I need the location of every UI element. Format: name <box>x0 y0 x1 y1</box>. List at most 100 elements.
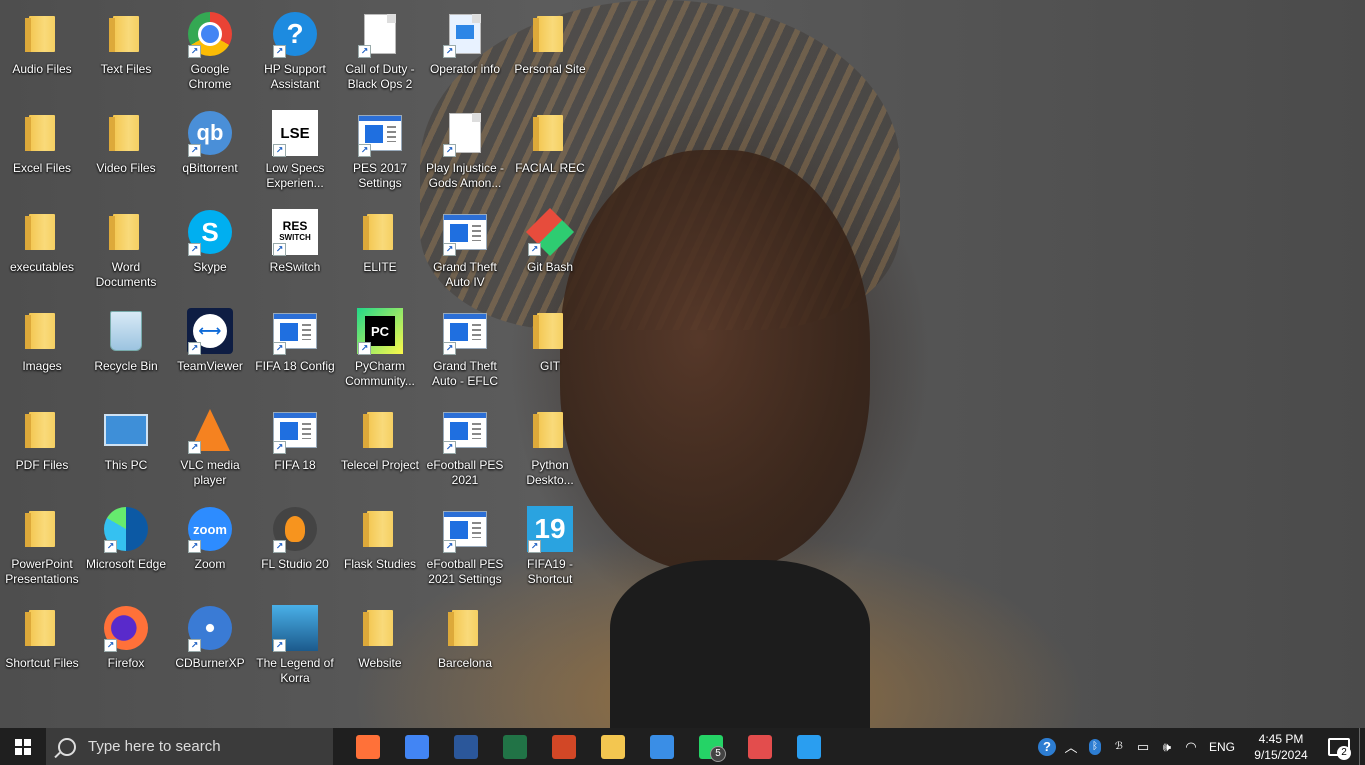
desktop-icon-firefox[interactable]: ↗ Firefox <box>84 594 168 690</box>
app-icon: ↗ <box>271 307 319 355</box>
taskbar-pinned-apps: 5 <box>343 728 833 765</box>
desktop-icon-elite[interactable]: ELITE <box>338 198 422 294</box>
desktop-icon-operator-info[interactable]: ↗ Operator info <box>423 0 507 96</box>
battery-icon[interactable]: ▭ <box>1131 728 1155 765</box>
taskbar-search-box[interactable]: Type here to search <box>46 728 333 765</box>
desktop-icon-play-injustice-gods-amon[interactable]: ↗ Play Injustice - Gods Amon... <box>423 99 507 195</box>
desktop-icon-grand-theft-auto-iv[interactable]: ↗ Grand Theft Auto IV <box>423 198 507 294</box>
taskbar-app-whatsapp[interactable]: 5 <box>686 728 735 765</box>
app-icon: ↗ <box>356 109 404 157</box>
desktop-icon-facial-rec[interactable]: FACIAL REC <box>508 99 592 195</box>
desktop-icon-this-pc[interactable]: This PC <box>84 396 168 492</box>
desktop-icon-grand-theft-auto-eflc[interactable]: ↗ Grand Theft Auto - EFLC <box>423 297 507 393</box>
desktop-icon-the-legend-of-korra[interactable]: ↗ The Legend of Korra <box>253 594 337 690</box>
desktop-icon-powerpoint-presentations[interactable]: PowerPoint Presentations <box>0 495 84 591</box>
desktop-icon-vlc-media-player[interactable]: ↗ VLC media player <box>168 396 252 492</box>
windows-logo-icon <box>15 738 31 755</box>
recycle-icon <box>102 307 150 355</box>
flstudio-icon: ↗ <box>271 505 319 553</box>
desktop-icon-text-files[interactable]: Text Files <box>84 0 168 96</box>
desktop-icon-video-files[interactable]: Video Files <box>84 99 168 195</box>
desktop-icon-low-specs-experien[interactable]: LSE ↗ Low Specs Experien... <box>253 99 337 195</box>
desktop-icon-zoom[interactable]: zoom ↗ Zoom <box>168 495 252 591</box>
clock[interactable]: 4:45 PM 9/15/2024 <box>1243 731 1319 763</box>
desktop-icon-website[interactable]: Website <box>338 594 422 690</box>
desktop-icon-pdf-files[interactable]: PDF Files <box>0 396 84 492</box>
desktop-icon-telecel-project[interactable]: Telecel Project <box>338 396 422 492</box>
action-center-button[interactable]: 2 <box>1319 728 1359 765</box>
taskbar-app-excel[interactable] <box>490 728 539 765</box>
word-icon <box>453 734 478 759</box>
folder-icon <box>18 604 66 652</box>
desktop-icon-python-deskto[interactable]: Python Deskto... <box>508 396 592 492</box>
desktop-icon-microsoft-edge[interactable]: ↗ Microsoft Edge <box>84 495 168 591</box>
desktop-icon-cdburnerxp[interactable]: ↗ CDBurnerXP <box>168 594 252 690</box>
desktop-icon-barcelona[interactable]: Barcelona <box>423 594 507 690</box>
desktop-icon-label: PDF Files <box>15 458 69 472</box>
desktop-icon-fifa19-shortcut[interactable]: 19 ↗ FIFA19 - Shortcut <box>508 495 592 591</box>
show-desktop-button[interactable] <box>1359 728 1365 765</box>
desktop-icon-label: PyCharm Community... <box>345 359 415 388</box>
desktop-icon-skype[interactable]: S ↗ Skype <box>168 198 252 294</box>
desktop-icon-label: Shortcut Files <box>5 656 79 670</box>
desktop-icon-label: Google Chrome <box>188 62 232 91</box>
desktop-icon-grid: Audio Files Text Files ↗ Google Chrome ? ↗ HP … <box>0 0 600 728</box>
desktop-icon-audio-files[interactable]: Audio Files <box>0 0 84 96</box>
desktop-icon-google-chrome[interactable]: ↗ Google Chrome <box>168 0 252 96</box>
desktop-icon-label: Recycle Bin <box>94 359 158 373</box>
desktop-icon-flask-studies[interactable]: Flask Studies <box>338 495 422 591</box>
folder-icon <box>526 109 574 157</box>
lse-icon: LSE ↗ <box>271 109 319 157</box>
desktop-icon-executables[interactable]: executables <box>0 198 84 294</box>
taskbar-app-paint[interactable] <box>735 728 784 765</box>
desktop-icon-pes-2017-settings[interactable]: ↗ PES 2017 Settings <box>338 99 422 195</box>
desktop-icon-fl-studio-20[interactable]: ↗ FL Studio 20 <box>253 495 337 591</box>
desktop-icon-label: Personal Site <box>514 62 586 76</box>
desktop-icon-label: FIFA 18 <box>274 458 316 472</box>
pycharm-icon: PC ↗ <box>356 307 404 355</box>
desktop-icon-label: Play Injustice - Gods Amon... <box>425 161 505 190</box>
wifi-icon[interactable]: ◠ <box>1179 728 1203 765</box>
desktop-icon-fifa-18-config[interactable]: ↗ FIFA 18 Config <box>253 297 337 393</box>
desktop-icon-efootball-pes-2021[interactable]: ↗ eFootball PES 2021 <box>423 396 507 492</box>
folder-icon <box>18 109 66 157</box>
taskbar-app-powerpoint[interactable] <box>539 728 588 765</box>
desktop-icon-label: Low Specs Experien... <box>265 161 325 190</box>
taskbar-app-control-panel[interactable] <box>637 728 686 765</box>
help-icon[interactable]: ? <box>1035 728 1059 765</box>
clock-time: 4:45 PM <box>1258 731 1304 746</box>
desktop-icon-teamviewer[interactable]: ⟷ ↗ TeamViewer <box>168 297 252 393</box>
language-indicator[interactable]: ENG <box>1209 740 1235 754</box>
taskbar-app-vscode[interactable] <box>784 728 833 765</box>
desktop-icon-reswitch[interactable]: RES SWITCH ↗ ReSwitch <box>253 198 337 294</box>
taskbar-app-word[interactable] <box>441 728 490 765</box>
system-tray: ? ︿ ᛒ ℬ ▭ 🕪 ◠ ENG 4:45 PM 9/15/2024 2 <box>1035 728 1365 765</box>
desktop-icon-personal-site[interactable]: Personal Site <box>508 0 592 96</box>
taskbar-app-file-explorer[interactable] <box>588 728 637 765</box>
start-button[interactable] <box>0 728 46 765</box>
desktop-icon-call-of-duty-black-ops-2[interactable]: ↗ Call of Duty - Black Ops 2 <box>338 0 422 96</box>
desktop-icon-qbittorrent[interactable]: qb ↗ qBittorrent <box>168 99 252 195</box>
desktop-icon-hp-support-assistant[interactable]: ? ↗ HP Support Assistant <box>253 0 337 96</box>
desktop-icon-fifa-18[interactable]: ↗ FIFA 18 <box>253 396 337 492</box>
volume-icon[interactable]: 🕪 <box>1155 728 1179 765</box>
desktop-icon-shortcut-files[interactable]: Shortcut Files <box>0 594 84 690</box>
fifa19-icon: 19 ↗ <box>526 505 574 553</box>
desktop-icon-git-bash[interactable]: ↗ Git Bash <box>508 198 592 294</box>
desktop-icon-efootball-pes-2021-settings[interactable]: ↗ eFootball PES 2021 Settings <box>423 495 507 591</box>
desktop-icon-label: Telecel Project <box>340 458 420 472</box>
desktop-icon-recycle-bin[interactable]: Recycle Bin <box>84 297 168 393</box>
bluetooth-icon[interactable]: ᛒ <box>1083 728 1107 765</box>
desktop-icon-label: VLC media player <box>180 458 240 487</box>
taskbar-app-firefox[interactable] <box>343 728 392 765</box>
show-hidden-icons-chevron-icon[interactable]: ︿ <box>1059 728 1083 765</box>
desktop-icon-images[interactable]: Images <box>0 297 84 393</box>
desktop-icon-word-documents[interactable]: Word Documents <box>84 198 168 294</box>
desktop-icon-pycharm-community[interactable]: PC ↗ PyCharm Community... <box>338 297 422 393</box>
desktop-icon-excel-files[interactable]: Excel Files <box>0 99 84 195</box>
ime-icon[interactable]: ℬ <box>1107 728 1131 765</box>
desktop-icon-label: Skype <box>193 260 227 274</box>
taskbar-app-chrome[interactable] <box>392 728 441 765</box>
desktop-icon-git[interactable]: GIT <box>508 297 592 393</box>
folder-icon <box>102 208 150 256</box>
